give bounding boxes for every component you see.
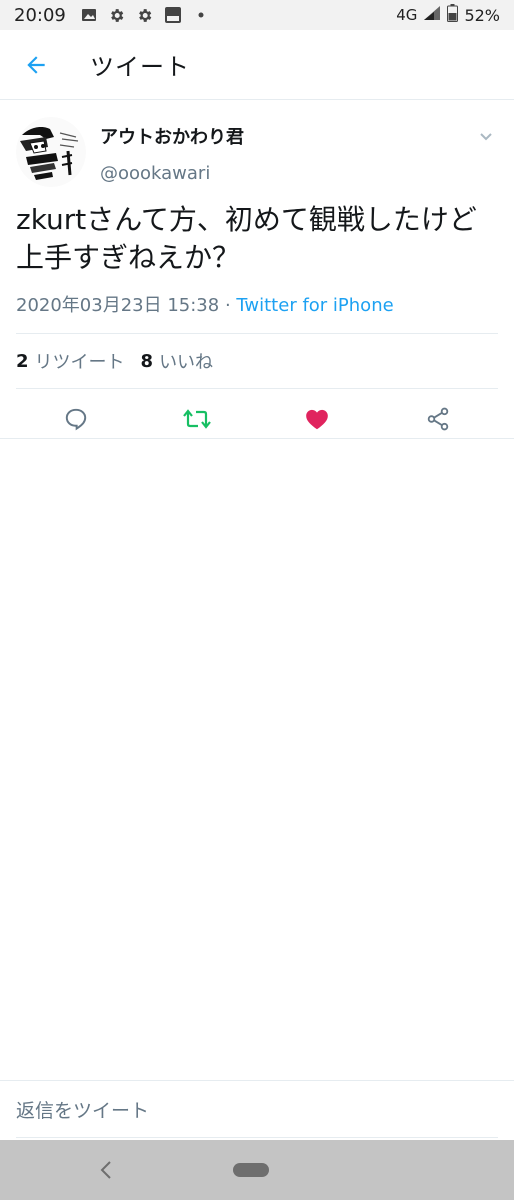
chevron-down-icon xyxy=(480,133,492,141)
reply-input[interactable]: 返信をツイート xyxy=(16,1082,498,1138)
system-back-button[interactable] xyxy=(92,1156,120,1184)
tweet-menu-button[interactable] xyxy=(474,125,498,149)
likes-stat[interactable]: 8 いいね xyxy=(141,348,214,374)
gear-icon xyxy=(136,6,154,24)
signal-icon xyxy=(423,5,441,25)
like-button[interactable] xyxy=(297,399,337,439)
tweet-meta: 2020年03月23日 15:38 · Twitter for iPhone xyxy=(16,291,498,319)
tweet-bottom-divider xyxy=(0,438,514,439)
network-label: 4G xyxy=(396,6,418,24)
battery-percent: 52% xyxy=(464,5,500,25)
tweet-text: zkurtさんて方、初めて観戦したけど上手すぎねえか？ xyxy=(16,203,477,274)
photo-icon xyxy=(80,6,98,24)
battery-icon xyxy=(447,4,459,26)
reply-button[interactable] xyxy=(56,399,96,439)
status-right: 4G 52% xyxy=(396,4,500,26)
reply-icon xyxy=(66,408,87,431)
tweet-author-row: アウトおかわり君 @oookawari xyxy=(16,101,498,201)
retweets-stat[interactable]: 2 リツイート xyxy=(16,348,125,374)
status-bar: 20:09 4G 52% xyxy=(0,0,514,30)
meta-separator: · xyxy=(219,295,237,316)
retweet-button[interactable] xyxy=(177,399,217,439)
reply-bar: 返信をツイート xyxy=(0,1080,514,1138)
author-info: アウトおかわり君 @oookawari xyxy=(100,117,244,184)
arrow-left-icon xyxy=(27,55,45,74)
chevron-left-icon xyxy=(100,1161,111,1179)
share-icon xyxy=(427,407,448,431)
user-handle[interactable]: @oookawari xyxy=(100,163,244,184)
tweet: アウトおかわり君 @oookawari zkurtさんて方、初めて観戦したけど上… xyxy=(0,101,514,449)
app-header: ツイート xyxy=(0,30,514,100)
dot-icon xyxy=(192,6,210,24)
likes-count: 8 xyxy=(140,350,154,372)
share-button[interactable] xyxy=(418,399,458,439)
tweet-timestamp: 2020年03月23日 15:38 xyxy=(16,295,220,316)
retweet-icon xyxy=(182,409,211,429)
system-nav-bar xyxy=(0,1140,514,1200)
retweets-label: リツイート xyxy=(34,352,125,373)
retweets-count: 2 xyxy=(16,350,29,372)
gear-icon xyxy=(108,6,126,24)
tweet-source-link[interactable]: Twitter for iPhone xyxy=(236,295,393,316)
system-home-button[interactable] xyxy=(233,1163,269,1177)
display-name[interactable]: アウトおかわり君 xyxy=(100,123,244,149)
page-title: ツイート xyxy=(90,53,190,81)
avatar[interactable] xyxy=(16,117,86,187)
likes-label: いいね xyxy=(159,352,214,373)
tweet-actions xyxy=(16,389,498,449)
back-button[interactable] xyxy=(14,43,58,87)
heart-icon xyxy=(306,409,329,430)
au-pay-icon xyxy=(164,6,182,24)
status-time: 20:09 xyxy=(14,4,66,26)
tweet-stats: 2 リツイート 8 いいね xyxy=(16,334,498,388)
